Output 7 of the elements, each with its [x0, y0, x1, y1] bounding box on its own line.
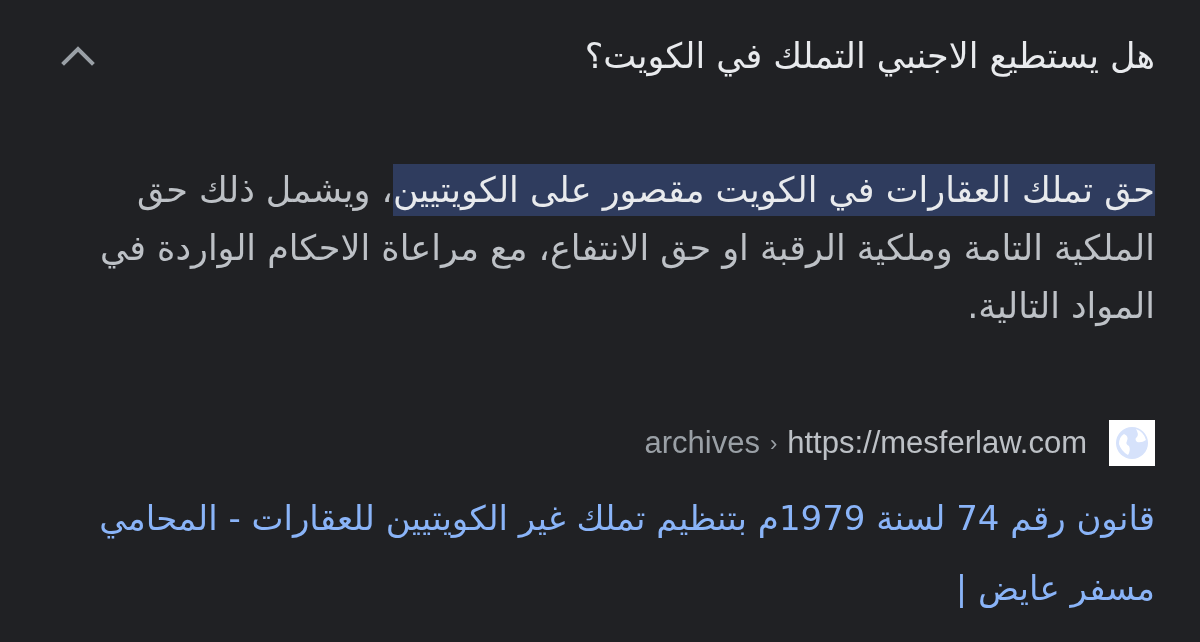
result-title-link[interactable]: قانون رقم 74 لسنة 1979م بتنظيم تملك غير الكويتيين للعقارات - المحامي مسفر عايض | — [45, 483, 1155, 623]
answer-paragraph: حق تملك العقارات في الكويت مقصور على الكويتيين، ويشمل ذلك حق الملكية التامة وملكية الرقبة او حق الانتفاع، مع مراعاة الاحكام الواردة في المواد التالية. — [45, 161, 1155, 335]
source-path: archives — [644, 423, 760, 462]
question-title: هل يستطيع الاجنبي التملك في الكويت؟ — [584, 35, 1155, 79]
site-favicon-icon — [1109, 420, 1155, 466]
breadcrumb-separator: ‹ — [769, 429, 778, 458]
source-url[interactable]: https://mesferlaw.com — [787, 419, 1087, 467]
